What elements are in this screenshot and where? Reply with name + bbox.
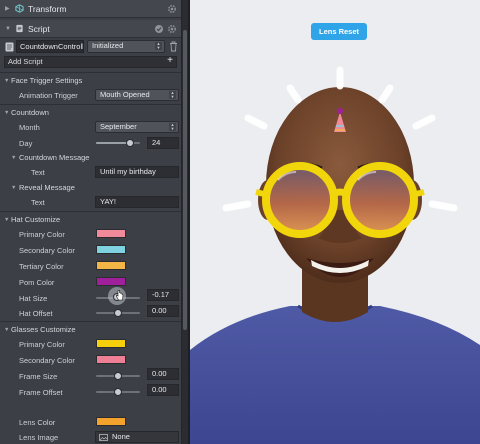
divider — [0, 72, 181, 73]
hat-offset-input[interactable]: 0.00 — [147, 305, 179, 317]
divider — [0, 104, 181, 105]
scrollbar-thumb[interactable] — [183, 30, 187, 330]
gear-icon[interactable] — [167, 4, 177, 14]
check-icon[interactable] — [154, 24, 164, 34]
glasses-primary-label: Primary Color — [19, 340, 65, 349]
reveal-text-input[interactable]: YAY! — [95, 196, 179, 208]
expand-arrow-icon[interactable]: ▼ — [11, 155, 16, 161]
expand-arrow-icon[interactable]: ▼ — [11, 185, 16, 191]
expand-arrow-icon[interactable]: ▼ — [4, 78, 9, 84]
inspector-panel: ▶ Transform ▼ Script CountdownController… — [0, 0, 181, 444]
hat-offset-label: Hat Offset — [19, 309, 53, 318]
inspector-scrollbar[interactable] — [181, 0, 188, 444]
transform-title: Transform — [28, 3, 67, 14]
pom-color-swatch[interactable] — [96, 277, 126, 286]
countdown-message-title: Countdown Message — [19, 153, 90, 162]
expand-arrow-icon[interactable]: ▼ — [5, 26, 13, 32]
transform-header[interactable]: ▶ Transform — [0, 0, 181, 18]
lens-color-swatch[interactable] — [96, 417, 126, 426]
frame-offset-slider-knob[interactable] — [114, 388, 122, 396]
glasses-secondary-label: Secondary Color — [19, 356, 75, 365]
divider — [0, 211, 181, 212]
plus-icon: + — [167, 55, 173, 66]
reveal-message-title: Reveal Message — [19, 183, 75, 192]
lens-preview[interactable]: Lens Reset — [190, 0, 480, 444]
frame-size-input[interactable]: 0.00 — [147, 368, 179, 380]
expand-arrow-icon[interactable]: ▼ — [4, 110, 9, 116]
hat-secondary-color-swatch[interactable] — [96, 245, 126, 254]
script-icon — [16, 24, 23, 33]
month-label: Month — [19, 123, 40, 132]
face-trigger-section-title: Face Trigger Settings — [11, 76, 83, 85]
lens-image-field[interactable]: None — [95, 431, 179, 443]
hat-section-title: Hat Customize — [11, 215, 61, 224]
script-name-field[interactable]: CountdownController — [16, 40, 84, 53]
add-script-button[interactable]: Add Script + — [4, 56, 177, 68]
script-header[interactable]: ▼ Script — [0, 20, 181, 38]
chevron-updown-icon: ▲ ▼ — [169, 90, 176, 99]
glasses-secondary-color-swatch[interactable] — [96, 355, 126, 364]
frame-offset-input[interactable]: 0.00 — [147, 384, 179, 396]
collapse-arrow-icon[interactable]: ▶ — [5, 5, 13, 12]
gear-icon[interactable] — [167, 24, 177, 34]
month-value: September — [100, 122, 137, 131]
glasses-section-title: Glasses Customize — [11, 325, 76, 334]
day-label: Day — [19, 139, 33, 148]
shirt — [190, 306, 480, 444]
hat-primary-color-swatch[interactable] — [96, 229, 126, 238]
hat-tertiary-color-swatch[interactable] — [96, 261, 126, 270]
lens-color-label: Lens Color — [19, 418, 56, 427]
add-script-label: Add Script — [8, 57, 43, 66]
hat-primary-label: Primary Color — [19, 230, 65, 239]
transform-icon — [15, 4, 24, 13]
trash-icon[interactable] — [169, 41, 178, 52]
hat-offset-slider-knob[interactable] — [114, 309, 122, 317]
expand-arrow-icon[interactable]: ▼ — [4, 327, 9, 333]
hat-secondary-label: Secondary Color — [19, 246, 75, 255]
day-slider-knob[interactable] — [126, 139, 135, 147]
animation-trigger-value: Mouth Opened — [100, 90, 150, 99]
script-title: Script — [28, 23, 50, 34]
glasses-primary-color-swatch[interactable] — [96, 339, 126, 348]
frame-offset-label: Frame Offset — [19, 388, 63, 397]
image-icon — [99, 434, 108, 441]
hat-size-label: Hat Size — [19, 294, 48, 303]
animation-trigger-label: Animation Trigger — [19, 91, 78, 100]
chevron-updown-icon: ▲ ▼ — [169, 122, 176, 131]
lens-image-value: None — [112, 432, 130, 441]
pom-color-label: Pom Color — [19, 278, 55, 287]
countdown-text-label: Text — [31, 168, 45, 177]
lens-image-label: Lens Image — [19, 433, 59, 442]
script-file-icon — [5, 42, 14, 52]
script-state-dropdown[interactable]: Initialized ▲ ▼ — [87, 40, 165, 53]
chevron-updown-icon: ▲ ▼ — [155, 41, 162, 50]
divider — [0, 321, 181, 322]
day-slider-fill — [96, 142, 131, 144]
hat-size-input[interactable]: -0.17 — [147, 289, 179, 301]
hat-tertiary-label: Tertiary Color — [19, 262, 64, 271]
expand-arrow-icon[interactable]: ▼ — [4, 217, 9, 223]
lens-reset-button[interactable]: Lens Reset — [311, 23, 367, 40]
month-dropdown[interactable]: September ▲ ▼ — [95, 121, 179, 133]
day-input[interactable]: 24 — [147, 137, 179, 149]
hand-cursor-icon — [116, 290, 124, 301]
countdown-section-title: Countdown — [11, 108, 49, 117]
script-state-value: Initialized — [92, 41, 124, 50]
preview-scene — [190, 66, 480, 444]
frame-size-label: Frame Size — [19, 372, 58, 381]
countdown-text-input[interactable]: Until my birthday — [95, 166, 179, 178]
animation-trigger-dropdown[interactable]: Mouth Opened ▲ ▼ — [95, 89, 179, 101]
reveal-text-label: Text — [31, 198, 45, 207]
frame-size-slider-knob[interactable] — [114, 372, 122, 380]
